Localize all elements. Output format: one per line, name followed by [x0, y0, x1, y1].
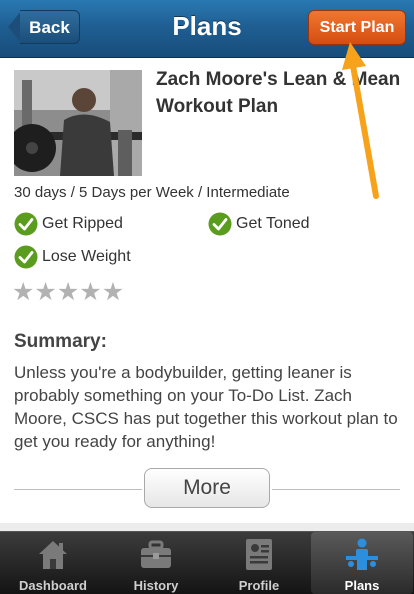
tab-label: Plans [344, 578, 380, 593]
tab-history[interactable]: History [105, 532, 207, 594]
more-button[interactable]: More [144, 468, 270, 508]
goal-label: Get Toned [236, 215, 310, 232]
divider-left [14, 489, 142, 490]
tab-label: Dashboard [19, 578, 87, 593]
profile-card-icon [246, 539, 272, 570]
summary-text: Unless you're a bodybuilder, getting lea… [14, 363, 398, 451]
plan-photo [14, 70, 142, 176]
people-icon [346, 538, 378, 570]
house-icon [39, 541, 67, 569]
goal-label: Get Ripped [42, 215, 123, 232]
goal-item: Get Toned [208, 212, 310, 236]
star-icon[interactable]: ★ [12, 280, 34, 305]
tab-label: Profile [238, 578, 280, 593]
tab-bar: Dashboard History Profile Plans [0, 531, 414, 594]
annotation-arrow-icon [342, 42, 379, 199]
star-icon[interactable]: ★ [79, 280, 101, 305]
star-icon[interactable]: ★ [57, 280, 79, 305]
check-icon [14, 212, 38, 236]
goal-item: Get Ripped [14, 212, 123, 236]
goal-label: Lose Weight [42, 248, 131, 265]
star-icon[interactable]: ★ [102, 280, 124, 305]
tab-plans[interactable]: Plans [311, 532, 413, 594]
tab-label: History [133, 578, 179, 593]
summary-heading: Summary: [14, 331, 107, 352]
check-icon [14, 245, 38, 269]
tab-dashboard[interactable]: Dashboard [2, 532, 104, 594]
star-icon[interactable]: ★ [34, 280, 56, 305]
plan-meta: 30 days / 5 Days per Week / Intermediate [14, 184, 290, 201]
goal-item: Lose Weight [14, 245, 131, 269]
rating-stars[interactable]: ★★★★★ [12, 280, 124, 305]
check-icon [208, 212, 232, 236]
tab-profile[interactable]: Profile [208, 532, 310, 594]
briefcase-icon [141, 540, 171, 568]
divider-right [272, 489, 400, 490]
